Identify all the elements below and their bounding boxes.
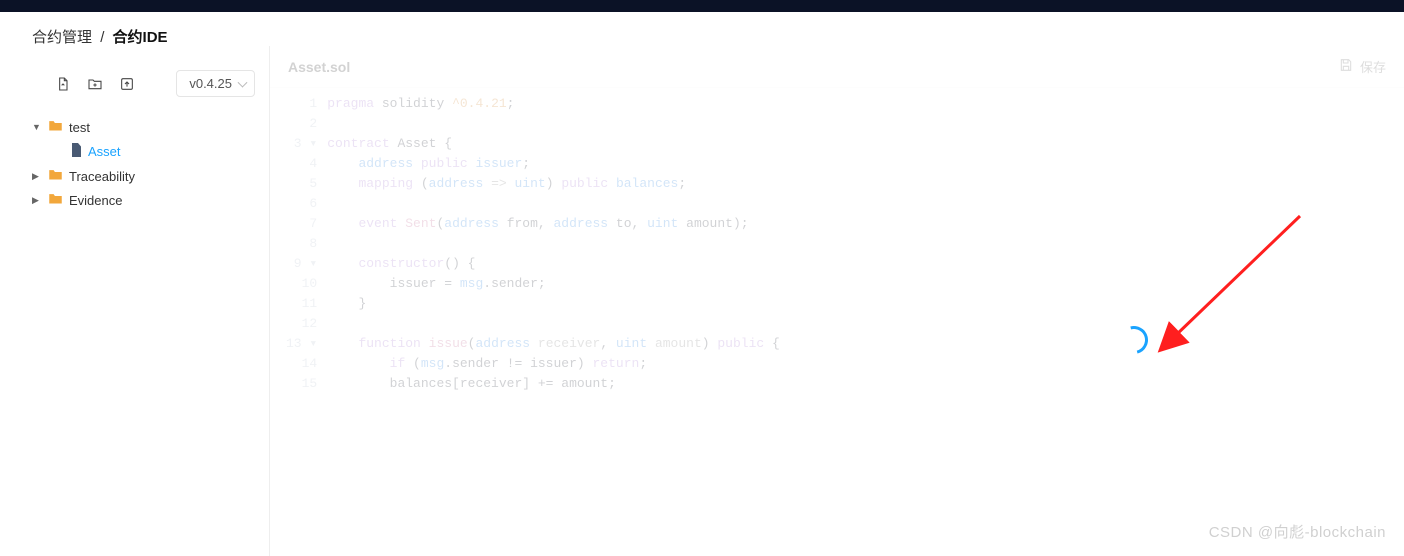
tree-folder-traceability[interactable]: ▶ Traceability [28, 164, 261, 188]
new-file-icon[interactable] [54, 75, 72, 93]
file-tree: ▼ test Asset ▶ Traceability [0, 111, 269, 212]
editor-tab-name: Asset.sol [288, 59, 350, 75]
editor-area: Asset.sol 保存 123 ▾ 456 789 ▾ 101112 13 ▾… [270, 46, 1404, 556]
caret-down-icon: ▼ [32, 122, 42, 132]
version-select[interactable]: v0.4.25 [176, 70, 255, 97]
code-lines: pragma solidity ^0.4.21; contract Asset … [327, 94, 780, 394]
watermark-text: CSDN @向彪-blockchain [1209, 521, 1386, 542]
line-gutter: 123 ▾ 456 789 ▾ 101112 13 ▾1415 [270, 94, 327, 394]
editor-header: Asset.sol 保存 [270, 46, 1404, 88]
tree-label: test [69, 120, 90, 135]
tree-label: Evidence [69, 193, 122, 208]
folder-icon [48, 192, 63, 208]
breadcrumb-separator: / [96, 29, 108, 46]
breadcrumb-parent[interactable]: 合约管理 [32, 29, 92, 46]
save-icon [1338, 57, 1354, 76]
main-layout: v0.4.25 ▼ test Asset ▶ [0, 46, 1404, 556]
tree-folder-test[interactable]: ▼ test [28, 115, 261, 139]
tree-folder-evidence[interactable]: ▶ Evidence [28, 188, 261, 212]
caret-right-icon: ▶ [32, 171, 42, 182]
file-icon [70, 143, 82, 160]
breadcrumb-current: 合约IDE [113, 29, 168, 46]
caret-right-icon: ▶ [32, 195, 42, 206]
save-button[interactable]: 保存 [1338, 57, 1386, 76]
upload-icon[interactable] [118, 75, 136, 93]
tree-file-asset[interactable]: Asset [66, 139, 261, 164]
sidebar: v0.4.25 ▼ test Asset ▶ [0, 46, 270, 556]
folder-icon [48, 168, 63, 184]
code-editor[interactable]: 123 ▾ 456 789 ▾ 101112 13 ▾1415 pragma s… [270, 88, 1404, 394]
save-label: 保存 [1360, 57, 1386, 76]
sidebar-toolbar: v0.4.25 [0, 64, 269, 111]
top-dark-bar [0, 0, 1404, 12]
tree-label: Traceability [69, 169, 135, 184]
folder-icon [48, 119, 63, 135]
version-value: v0.4.25 [189, 76, 232, 91]
new-folder-icon[interactable] [86, 75, 104, 93]
tree-label: Asset [88, 144, 121, 159]
